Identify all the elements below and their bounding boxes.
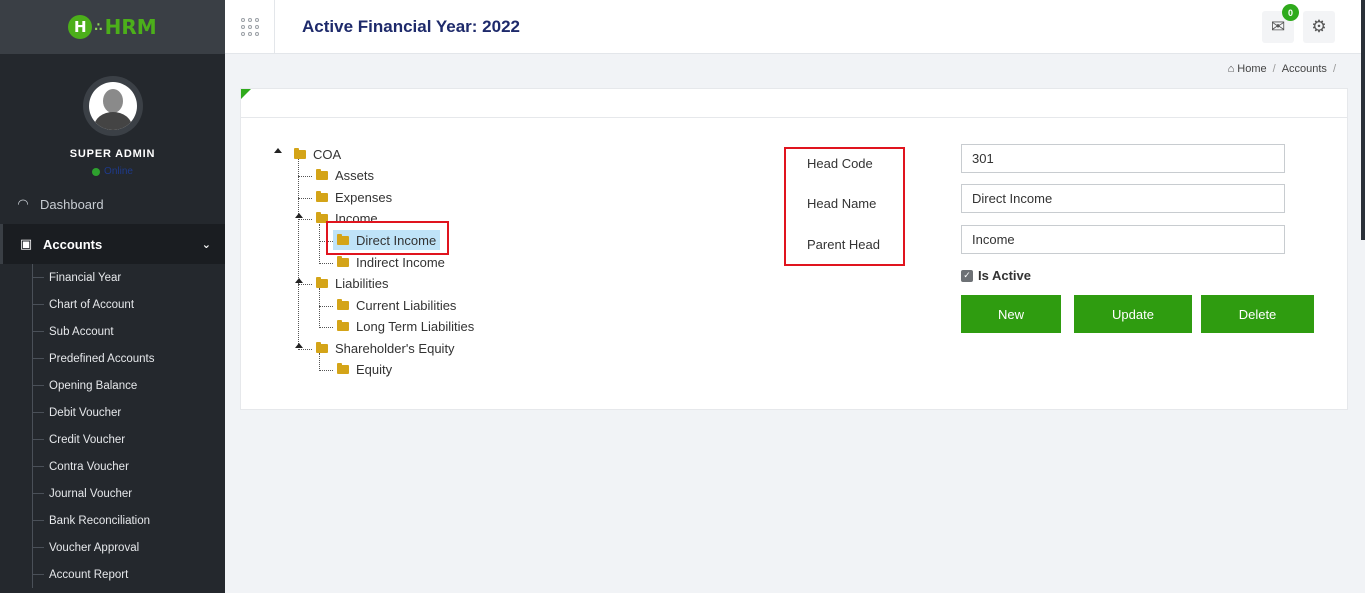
submenu-item-opening-balance[interactable]: Opening Balance [0,372,225,399]
tree-node-label: Assets [335,167,375,183]
sidebar-item-label: Accounts [43,236,103,252]
tree-node-shareholders-equity[interactable]: Shareholder's Equity [316,338,455,358]
folder-icon [316,168,328,180]
submenu-item-financial-year[interactable]: Financial Year [0,264,225,291]
status-indicator: Online [0,166,225,177]
tree-node-expenses[interactable]: Expenses [316,187,392,207]
status-text: Online [104,166,133,177]
head-code-label: Head Code [807,156,873,171]
tree-node-current-liabilities[interactable]: Current Liabilities [337,295,456,315]
submenu-item-chart-of-account[interactable]: Chart of Account [0,291,225,318]
head-code-input[interactable] [961,144,1285,173]
tree-node-liabilities[interactable]: Liabilities [316,273,388,293]
submenu-item-debit-voucher[interactable]: Debit Voucher [0,399,225,426]
top-header: Active Financial Year: 2022 ✉ 0 ⚙ [225,0,1365,54]
tree-node-label: Equity [356,361,393,377]
is-active-row: ✓ Is Active [961,268,1031,283]
tree-toggle-icon[interactable] [295,343,303,348]
logo-dots: ∴ [94,20,103,34]
logo-mark: H [68,15,93,39]
folder-icon [316,190,328,202]
tree-node-label: Long Term Liabilities [356,318,475,334]
submenu-item-credit-voucher[interactable]: Credit Voucher [0,426,225,453]
tree-node-assets[interactable]: Assets [316,165,374,185]
tree-node-label: Current Liabilities [356,297,457,313]
tree-node-label: Indirect Income [356,254,445,270]
submenu-item-voucher-approval[interactable]: Voucher Approval [0,534,225,561]
dashboard-icon: ◠ [17,196,29,211]
tree-toggle-icon[interactable] [274,148,282,153]
settings-button[interactable]: ⚙ [1303,11,1335,43]
breadcrumb-separator: / [1272,63,1276,75]
briefcase-icon: ▣ [19,236,33,251]
folder-icon [316,276,328,288]
highlight-box [326,221,449,255]
folder-icon [337,319,349,331]
head-name-label: Head Name [807,196,877,211]
new-button[interactable]: New [961,295,1061,333]
app-grid-button[interactable] [225,0,275,54]
tree-node-label: Liabilities [335,275,389,291]
submenu-item-contra-voucher[interactable]: Contra Voucher [0,453,225,480]
submenu-item-journal-voucher[interactable]: Journal Voucher [0,480,225,507]
sidebar: H ∴ HRM SUPER ADMIN Online ◠ Dashboard ▣… [0,0,225,593]
sidebar-item-label: Dashboard [40,196,104,212]
submenu-item-account-report[interactable]: Account Report [0,561,225,588]
folder-icon [337,362,349,374]
tree-node-equity[interactable]: Equity [337,359,392,379]
profile-name: SUPER ADMIN [69,148,156,160]
page-title: Active Financial Year: 2022 [302,17,520,36]
parent-head-label: Parent Head [807,237,880,252]
head-name-input[interactable] [961,184,1285,213]
chevron-down-icon: ⌄ [201,238,211,251]
is-active-checkbox[interactable]: ✓ [961,269,973,282]
delete-button[interactable]: Delete [1201,295,1314,333]
tree-toggle-icon[interactable] [295,278,303,283]
breadcrumb-current: Accounts [1281,63,1327,75]
breadcrumb-home[interactable]: Home [1237,63,1266,75]
tree-node-label: Expenses [335,189,393,205]
folder-icon [294,147,306,159]
breadcrumb: ⌂ Home / Accounts / [1228,63,1342,75]
sidebar-item-dashboard[interactable]: ◠ Dashboard [0,184,225,224]
tree-node-coa[interactable]: COA [294,144,341,164]
sidebar-item-accounts[interactable]: ▣ Accounts ⌄ [0,224,225,264]
mail-icon: ✉ [1270,17,1286,36]
submenu-item-bank-reconciliation[interactable]: Bank Reconciliation [0,507,225,534]
parent-head-input[interactable] [961,225,1285,254]
tree-node-label: Shareholder's Equity [335,340,455,356]
avatar[interactable] [82,76,143,136]
online-dot-icon [92,167,101,176]
tree-node-indirect-income[interactable]: Indirect Income [337,252,445,272]
tree-toggle-icon[interactable] [295,213,303,218]
folder-icon [316,341,328,353]
update-button[interactable]: Update [1074,295,1192,333]
tree-node-long-term-liabilities[interactable]: Long Term Liabilities [337,316,474,336]
breadcrumb-separator: / [1332,63,1336,75]
gear-icon: ⚙ [1311,17,1327,36]
logo-text: HRM [104,15,157,39]
scrollbar[interactable] [1361,0,1365,240]
submenu-item-predefined-accounts[interactable]: Predefined Accounts [0,345,225,372]
profile-panel: SUPER ADMIN Online [0,54,225,184]
panel-header [241,89,1347,118]
is-active-label: Is Active [978,268,1031,283]
folder-icon [337,298,349,310]
logo-bar: H ∴ HRM [0,0,225,54]
grid-icon [240,18,259,36]
app-logo[interactable]: H ∴ HRM [68,15,157,39]
accounts-submenu: Financial Year Chart of Account Sub Acco… [0,264,225,588]
tree-node-label: COA [313,146,342,162]
submenu-item-sub-account[interactable]: Sub Account [0,318,225,345]
mail-count-badge: 0 [1282,4,1299,21]
folder-icon [337,255,349,267]
avatar-icon [88,82,137,130]
home-icon: ⌂ [1227,63,1235,75]
